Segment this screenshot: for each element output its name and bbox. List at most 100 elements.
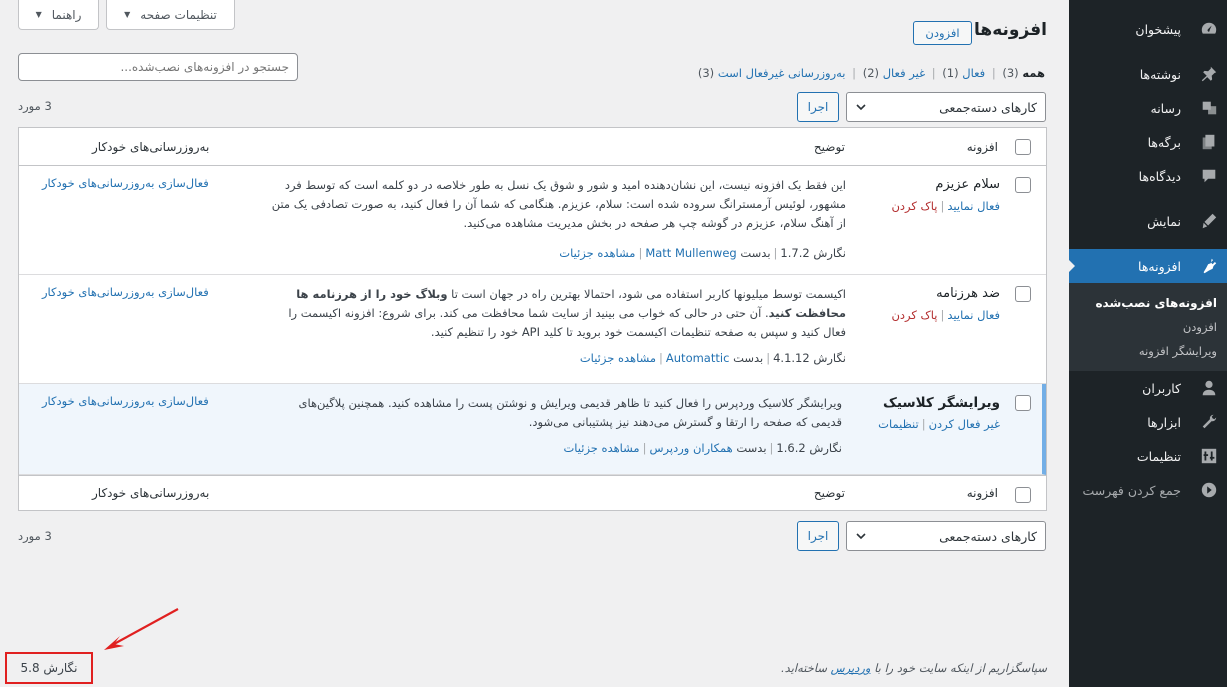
column-description: توضیح bbox=[813, 140, 845, 154]
menu-item-settings[interactable]: تنظیمات bbox=[1069, 439, 1227, 473]
description-text: . آن حتی در حالی که خواب می بینید از سای… bbox=[288, 306, 846, 339]
plugin-version: نگارش 1.7.2 bbox=[780, 246, 846, 260]
chevron-down-icon bbox=[856, 104, 866, 111]
plugin-actions: فعال نمایید|پاک کردن bbox=[891, 199, 1000, 213]
caret-down-icon: ▼ bbox=[124, 10, 131, 19]
author-link[interactable]: Automattic bbox=[666, 351, 730, 365]
apply-button-bottom[interactable]: اجرا bbox=[797, 521, 839, 551]
enable-auto-updates-link[interactable]: فعال‌سازی به‌روزرسانی‌های خودکار bbox=[42, 394, 209, 408]
separator: | bbox=[638, 246, 643, 260]
screen-options-label: تنظیمات صفحه bbox=[140, 7, 217, 22]
footer-thanks: سپاسگزاریم از اینکه سایت خود را با وردپر… bbox=[781, 661, 1047, 675]
filter-autoupdate-disabled-count: (3) bbox=[697, 66, 715, 80]
menu-label: رسانه bbox=[1150, 100, 1182, 116]
wordpress-link[interactable]: وردپرس bbox=[831, 661, 871, 675]
menu-item-users[interactable]: کاربران bbox=[1069, 371, 1227, 405]
activate-link[interactable]: فعال نمایید bbox=[947, 308, 1000, 322]
plugins-table: افزونه توضیح به‌روزرسانی‌های خودکار سلام… bbox=[18, 127, 1047, 511]
menu-label: تنظیمات bbox=[1136, 448, 1181, 464]
menu-item-tools[interactable]: ابزارها bbox=[1069, 405, 1227, 439]
screen-options-button[interactable]: تنظیمات صفحه ▼ bbox=[106, 0, 235, 30]
filter-active[interactable]: فعال bbox=[962, 66, 985, 80]
comments-icon bbox=[1200, 167, 1218, 185]
annotation-arrow-icon bbox=[104, 608, 179, 650]
menu-item-plugins[interactable]: افزونه‌ها bbox=[1068, 249, 1227, 283]
menu-item-comments[interactable]: دیدگاه‌ها bbox=[1069, 159, 1227, 193]
menu-label: برگه‌ها bbox=[1147, 134, 1181, 150]
select-all-checkbox[interactable] bbox=[1015, 487, 1031, 503]
plugin-description: این فقط یک افزونه نیست، این نشان‌دهنده ا… bbox=[271, 178, 846, 230]
separator: | bbox=[659, 351, 663, 365]
footer-text: سپاسگزاریم از اینکه سایت خود را با bbox=[870, 661, 1047, 675]
plugin-meta: نگارش 1.6.2|بدست همکاران وردپرس|مشاهده ج… bbox=[563, 441, 842, 455]
author-link[interactable]: همکاران وردپرس bbox=[649, 441, 732, 455]
collapse-icon bbox=[1200, 481, 1218, 499]
submenu-plugin-editor[interactable]: ویرایشگر افزونه bbox=[1069, 339, 1227, 363]
items-count-top: 3 مورد bbox=[18, 99, 52, 113]
filter-all[interactable]: همه bbox=[1022, 66, 1045, 80]
table-footer: افزونه توضیح به‌روزرسانی‌های خودکار bbox=[19, 475, 1046, 510]
row-checkbox[interactable] bbox=[1015, 286, 1031, 302]
menu-collapse[interactable]: جمع کردن فهرست bbox=[1069, 473, 1227, 507]
menu-label: جمع کردن فهرست bbox=[1082, 482, 1181, 498]
filter-inactive[interactable]: غیر فعال bbox=[883, 66, 925, 80]
separator: | bbox=[921, 417, 926, 431]
submenu-installed-plugins[interactable]: افزونه‌های نصب‌شده bbox=[1069, 291, 1227, 315]
plugin-name: سلام عزیزم bbox=[935, 177, 1000, 192]
delete-link[interactable]: پاک کردن bbox=[891, 199, 937, 213]
menu-item-pages[interactable]: برگه‌ها bbox=[1069, 125, 1227, 159]
menu-item-dashboard[interactable]: پیشخوان bbox=[1069, 12, 1227, 46]
enable-auto-updates-link[interactable]: فعال‌سازی به‌روزرسانی‌های خودکار bbox=[42, 176, 209, 190]
table-row: سلام عزیزم فعال نمایید|پاک کردن این فقط … bbox=[19, 166, 1046, 275]
separator: | bbox=[931, 66, 936, 80]
separator: | bbox=[773, 246, 778, 260]
view-details-link[interactable]: مشاهده جزئیات bbox=[559, 246, 635, 260]
plugin-version: نگارش 4.1.12 bbox=[773, 351, 846, 365]
settings-icon bbox=[1200, 447, 1218, 465]
row-checkbox[interactable] bbox=[1015, 177, 1031, 193]
page-title: افزونه‌ها bbox=[974, 20, 1047, 40]
pages-icon bbox=[1200, 133, 1218, 151]
help-button[interactable]: راهنما ▼ bbox=[18, 0, 99, 30]
menu-item-posts[interactable]: نوشته‌ها bbox=[1069, 57, 1227, 91]
submenu-add-new[interactable]: افزودن bbox=[1069, 315, 1227, 339]
author-link[interactable]: Matt Mullenweg bbox=[645, 246, 736, 260]
media-icon bbox=[1200, 99, 1218, 117]
plugin-description: ویرایشگر کلاسیک وردپرس را فعال کنید تا ظ… bbox=[298, 396, 842, 429]
add-new-button[interactable]: افزودن bbox=[913, 21, 972, 45]
column-plugin: افزونه bbox=[966, 486, 998, 500]
menu-label: افزونه‌ها bbox=[1138, 258, 1181, 274]
separator: | bbox=[940, 308, 945, 322]
delete-link[interactable]: پاک کردن bbox=[891, 308, 937, 322]
apply-button-top[interactable]: اجرا bbox=[797, 92, 839, 122]
column-plugin: افزونه bbox=[966, 140, 998, 154]
chevron-down-icon bbox=[856, 533, 866, 540]
view-details-link[interactable]: مشاهده جزئیات bbox=[563, 441, 639, 455]
table-header: افزونه توضیح به‌روزرسانی‌های خودکار bbox=[19, 128, 1046, 166]
footer-text: ساخته‌اید. bbox=[781, 661, 831, 675]
table-row: ضد هرزنامه فعال نمایید|پاک کردن اکیسمت ت… bbox=[19, 275, 1046, 384]
separator: | bbox=[852, 66, 857, 80]
separator: | bbox=[940, 199, 945, 213]
filter-active-count: (1) bbox=[942, 66, 959, 80]
help-label: راهنما bbox=[51, 7, 82, 22]
separator: | bbox=[642, 441, 647, 455]
search-plugins-input[interactable] bbox=[18, 53, 298, 81]
column-description: توضیح bbox=[813, 486, 845, 500]
description-text: اکیسمت توسط میلیونها کاربر استفاده می شو… bbox=[447, 287, 846, 301]
users-icon bbox=[1200, 379, 1218, 397]
select-all-checkbox[interactable] bbox=[1015, 139, 1031, 155]
plugin-actions: غیر فعال کردن|تنظیمات bbox=[878, 417, 1000, 431]
activate-link[interactable]: فعال نمایید bbox=[947, 199, 1000, 213]
menu-item-media[interactable]: رسانه bbox=[1069, 91, 1227, 125]
deactivate-link[interactable]: غیر فعال کردن bbox=[929, 417, 1000, 431]
enable-auto-updates-link[interactable]: فعال‌سازی به‌روزرسانی‌های خودکار bbox=[42, 285, 209, 299]
row-checkbox[interactable] bbox=[1015, 395, 1031, 411]
bulk-actions-select-bottom[interactable]: کارهای دسته‌جمعی bbox=[846, 521, 1046, 551]
bulk-actions-select-top[interactable]: کارهای دسته‌جمعی bbox=[846, 92, 1046, 122]
settings-link[interactable]: تنظیمات bbox=[878, 417, 919, 431]
menu-item-appearance[interactable]: نمایش bbox=[1069, 204, 1227, 238]
pin-icon bbox=[1200, 65, 1218, 83]
filter-autoupdate-disabled[interactable]: به‌روزرسانی غیرفعال است bbox=[718, 66, 846, 80]
view-details-link[interactable]: مشاهده جزئیات bbox=[580, 351, 656, 365]
